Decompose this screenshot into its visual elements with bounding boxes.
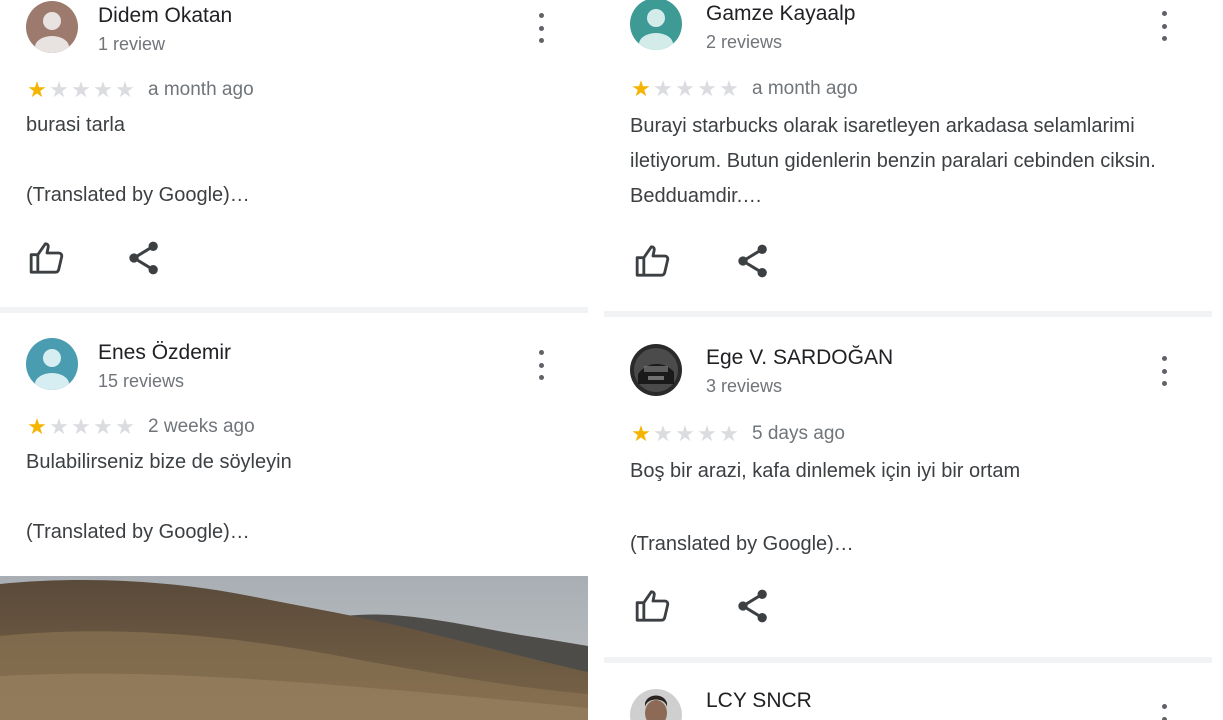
star-empty-icon: ★ [71,77,91,102]
reviewer-review-count: 2 reviews [706,32,783,52]
reviewer-review-count: 1 review [98,34,166,54]
star-empty-icon: ★ [653,421,673,446]
review-time: 5 days ago [752,423,845,444]
star-rating: ★ ★ ★ ★ ★ [26,79,136,101]
translated-by-google-link[interactable]: (Translated by Google)… [630,533,854,556]
review-divider [604,657,1212,663]
review-time: a month ago [752,78,858,99]
default-person-avatar-icon [26,1,78,53]
star-empty-icon: ★ [49,414,69,439]
star-filled-icon: ★ [27,414,47,439]
review-rating: ★ ★ ★ ★ ★ a month ago [630,78,858,100]
star-empty-icon: ★ [653,76,673,101]
photo-avatar-icon [630,689,682,720]
like-button[interactable] [27,238,67,278]
right-review-column: Gamze Kayaalp 2 reviews ★ ★ ★ ★ ★ a mont… [604,0,1212,720]
reviewer-avatar[interactable] [26,338,78,390]
share-icon [738,589,767,623]
translated-by-google-link[interactable]: (Translated by Google)… [26,184,250,207]
reviewer-review-count: 15 reviews [98,371,185,391]
star-empty-icon: ★ [49,77,69,102]
review-time: a month ago [148,79,254,100]
reviewer-avatar[interactable] [630,0,682,50]
star-empty-icon: ★ [115,77,135,102]
thumb-up-icon [29,242,64,274]
share-icon [738,244,767,278]
star-filled-icon: ★ [631,76,651,101]
star-empty-icon: ★ [675,421,695,446]
star-rating: ★ ★ ★ ★ ★ [630,78,740,100]
photo-avatar-icon [630,344,682,396]
reviewer-name[interactable]: Didem Okatan [98,4,232,28]
review-divider [0,307,588,313]
star-empty-icon: ★ [697,76,717,101]
review-rating: ★ ★ ★ ★ ★ 2 weeks ago [26,416,255,438]
share-button[interactable] [733,241,773,281]
default-person-avatar-icon [630,0,682,50]
translated-by-google-link[interactable]: (Translated by Google)… [26,521,250,544]
star-empty-icon: ★ [697,421,717,446]
hillside-landscape-photo [0,576,588,720]
star-empty-icon: ★ [719,76,739,101]
star-empty-icon: ★ [675,76,695,101]
column-gutter [588,0,604,720]
like-button[interactable] [633,586,673,626]
star-filled-icon: ★ [27,77,47,102]
review-photo[interactable] [0,576,588,720]
star-empty-icon: ★ [71,414,91,439]
more-options-icon[interactable] [531,350,551,380]
default-person-avatar-icon [26,338,78,390]
reviewer-name[interactable]: Gamze Kayaalp [706,2,855,26]
more-options-icon[interactable] [1154,11,1174,41]
share-icon [129,241,158,275]
star-rating: ★ ★ ★ ★ ★ [630,423,740,445]
review-rating: ★ ★ ★ ★ ★ a month ago [26,79,254,101]
reviewer-avatar[interactable] [630,689,682,720]
star-empty-icon: ★ [93,77,113,102]
like-button[interactable] [633,241,673,281]
more-options-icon[interactable] [531,13,551,43]
review-text: burasi tarla [26,114,125,136]
reviewer-avatar[interactable] [630,344,682,396]
review-divider [604,311,1212,317]
review-text: Burayi starbucks olarak isaretleyen arka… [630,115,1156,207]
review-rating: ★ ★ ★ ★ ★ 5 days ago [630,423,845,445]
share-button[interactable] [733,586,773,626]
star-filled-icon: ★ [631,421,651,446]
star-rating: ★ ★ ★ ★ ★ [26,416,136,438]
review-time: 2 weeks ago [148,416,255,437]
more-options-icon[interactable] [1154,704,1174,720]
reviewer-avatar[interactable] [26,1,78,53]
left-review-column: Didem Okatan 1 review ★ ★ ★ ★ ★ a month … [0,0,588,720]
reviewer-name[interactable]: Enes Özdemir [98,341,231,365]
star-empty-icon: ★ [115,414,135,439]
review-text: Boş bir arazi, kafa dinlemek için iyi bi… [630,460,1021,482]
star-empty-icon: ★ [719,421,739,446]
share-button[interactable] [124,238,164,278]
reviewer-name[interactable]: LCY SNCR [706,689,812,713]
star-empty-icon: ★ [93,414,113,439]
review-text: Bulabilirseniz bize de söyleyin [26,451,292,473]
reviewer-review-count: 3 reviews [706,376,783,396]
reviewer-name[interactable]: Ege V. SARDOĞAN [706,346,893,370]
thumb-up-icon [635,245,670,277]
thumb-up-icon [635,590,670,622]
more-options-icon[interactable] [1154,356,1174,386]
